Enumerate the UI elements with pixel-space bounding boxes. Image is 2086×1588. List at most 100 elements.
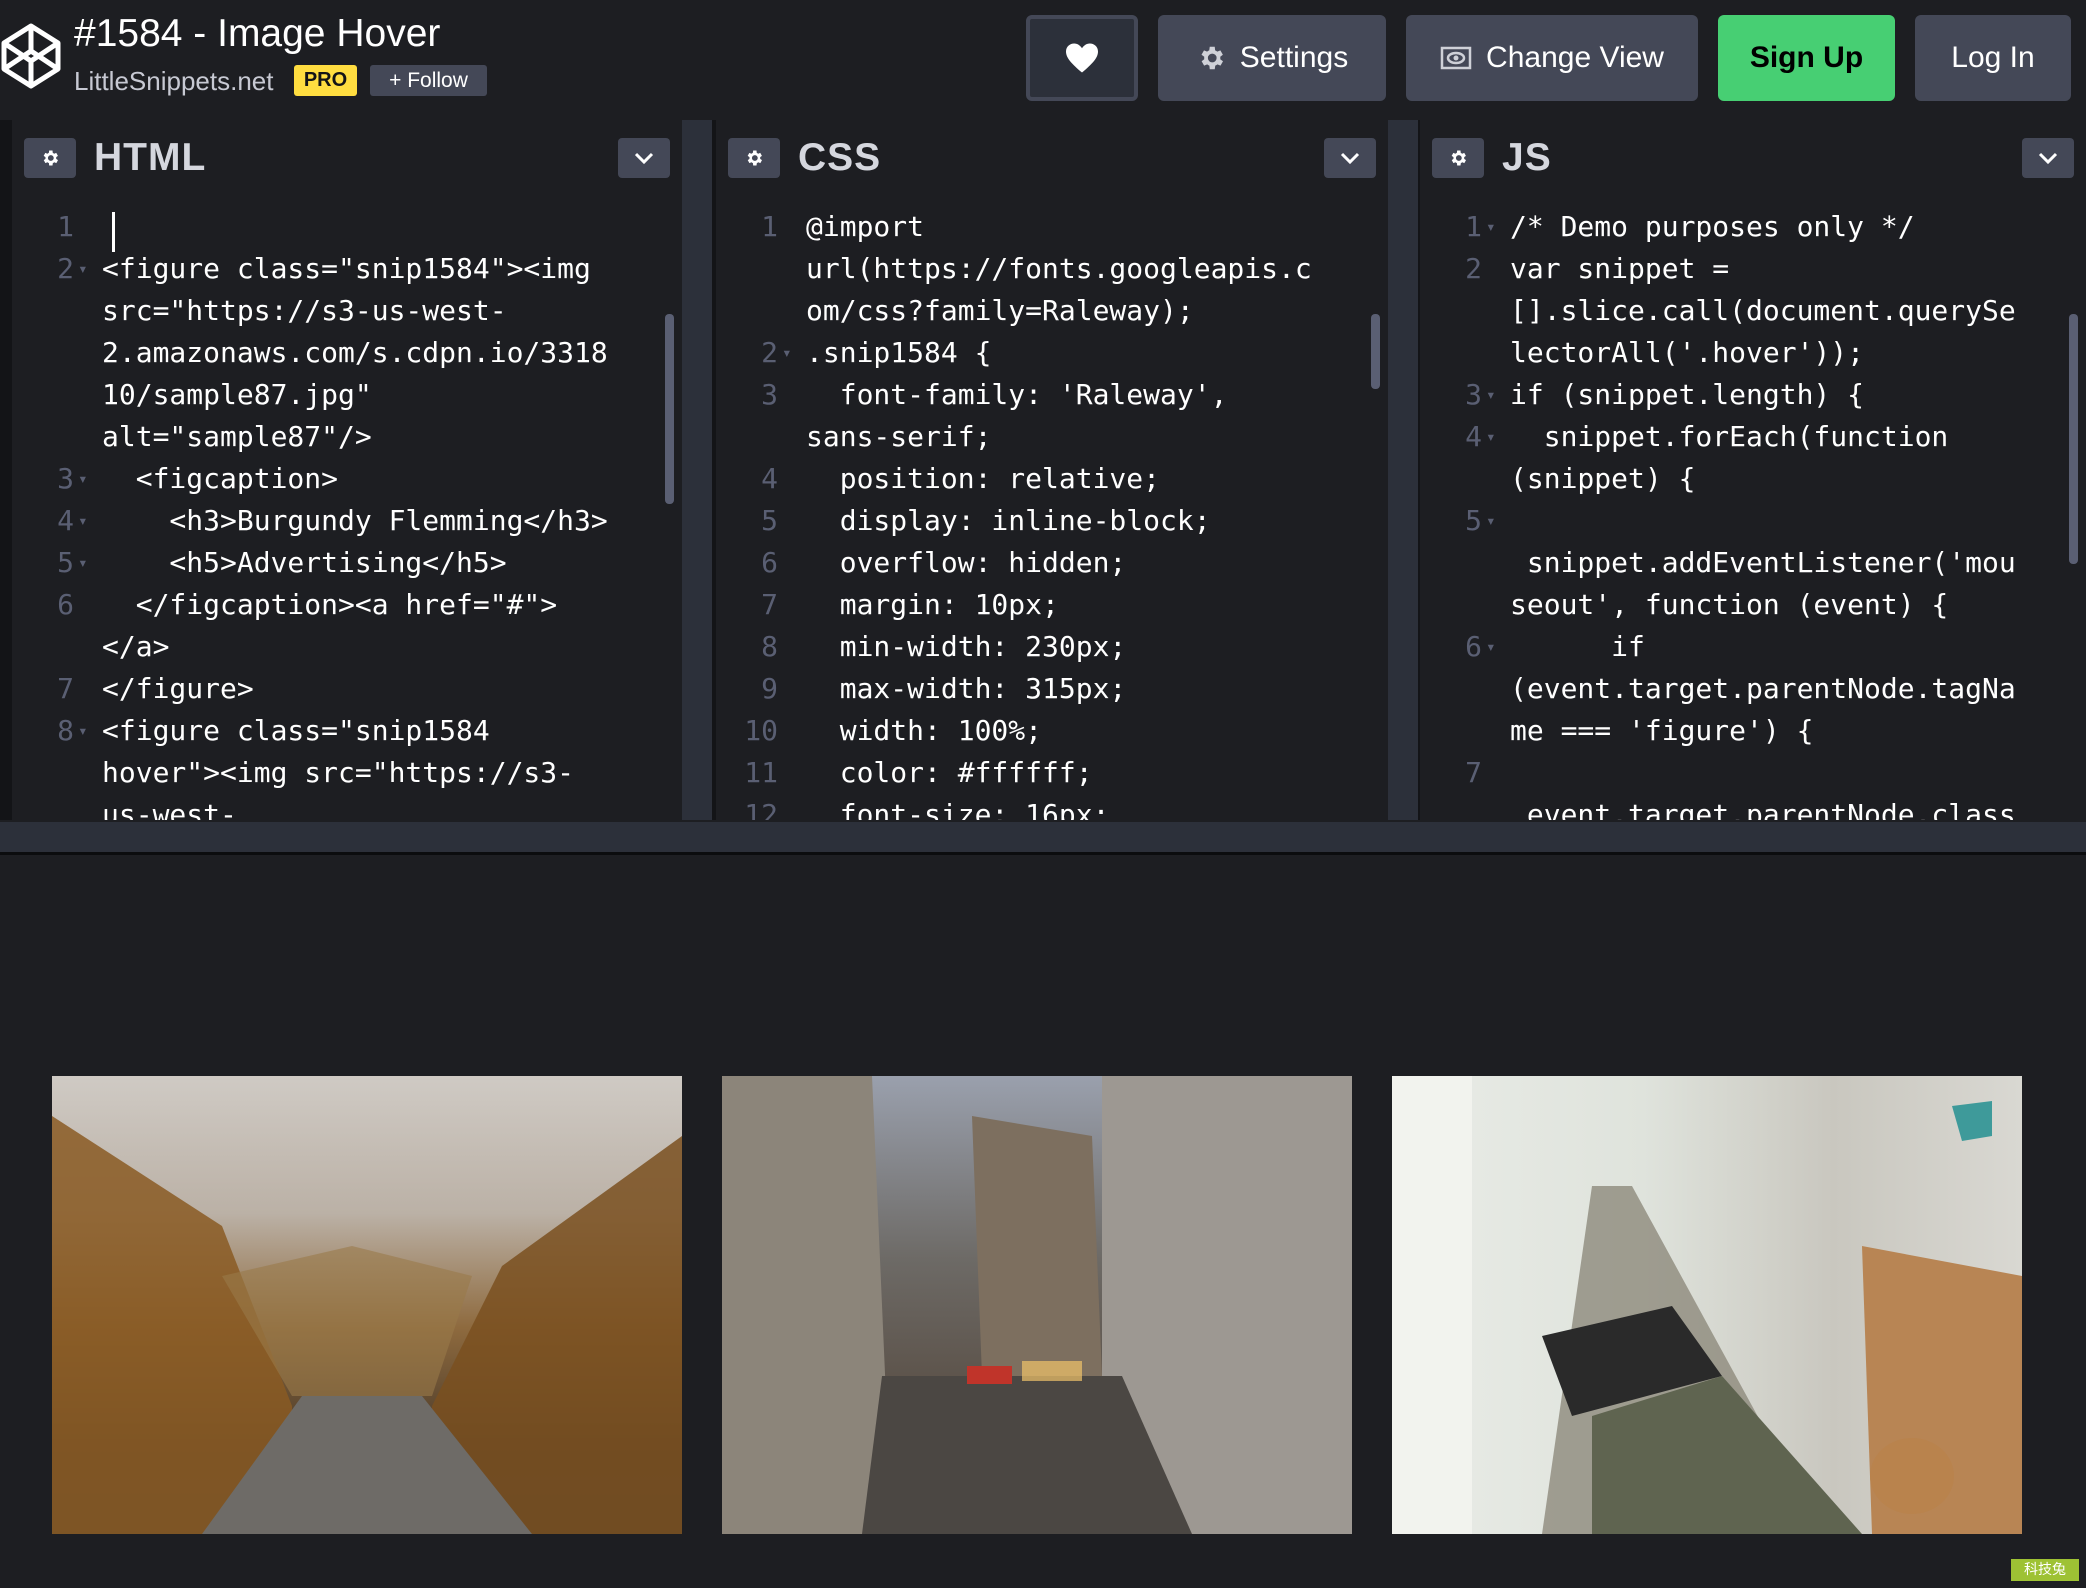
editor-resize-handle[interactable] bbox=[0, 822, 2086, 855]
css-editor-pane: CSS 1 @import url(https://fonts.googleapis… bbox=[716, 120, 1388, 820]
code-line[interactable]: </a> bbox=[12, 626, 682, 668]
code-text: <h5>Advertising</h5> bbox=[102, 546, 507, 579]
log-in-button[interactable]: Log In bbox=[1915, 15, 2071, 101]
code-line[interactable]: snippet.addEventListener('mou bbox=[1420, 542, 2086, 584]
css-scrollbar[interactable] bbox=[1371, 314, 1380, 389]
css-collapse-button[interactable] bbox=[1324, 138, 1376, 178]
code-line[interactable]: 6 </figcaption><a href="#"> bbox=[12, 584, 682, 626]
code-line[interactable]: 4 ▾ snippet.forEach(function bbox=[1420, 416, 2086, 458]
fold-arrow-icon[interactable]: ▾ bbox=[78, 500, 88, 542]
code-text: width: 100%; bbox=[806, 714, 1043, 747]
code-line[interactable]: (event.target.parentNode.tagNa bbox=[1420, 668, 2086, 710]
code-line[interactable]: 2 var snippet = bbox=[1420, 248, 2086, 290]
js-code-area[interactable]: 1 ▾/* Demo purposes only */2 var snippet =… bbox=[1420, 192, 2086, 820]
code-text: lectorAll('.hover')); bbox=[1510, 336, 1865, 369]
follow-button[interactable]: + Follow bbox=[370, 65, 487, 96]
js-scrollbar[interactable] bbox=[2069, 314, 2078, 564]
code-line[interactable]: 10 width: 100%; bbox=[716, 710, 1388, 752]
line-number: 8 bbox=[761, 630, 778, 663]
code-text: </figcaption><a href="#"> bbox=[102, 588, 558, 621]
fold-arrow-icon[interactable]: ▾ bbox=[1486, 416, 1496, 458]
result-preview: 科技兔 bbox=[0, 855, 2086, 1588]
preview-image-autumn-road[interactable] bbox=[52, 1076, 682, 1534]
code-line[interactable]: 10/sample87.jpg" bbox=[12, 374, 682, 416]
fold-arrow-icon[interactable]: ▾ bbox=[1486, 374, 1496, 416]
code-line[interactable]: 6 overflow: hidden; bbox=[716, 542, 1388, 584]
code-line[interactable]: 2 ▾ <figure class="snip1584"><img bbox=[12, 248, 682, 290]
js-collapse-button[interactable] bbox=[2022, 138, 2074, 178]
code-line[interactable]: 1 ▾ /* Demo purposes only */ bbox=[1420, 206, 2086, 248]
code-line[interactable]: seout', function (event) { bbox=[1420, 584, 2086, 626]
code-line[interactable]: src="https://s3-us-west- bbox=[12, 290, 682, 332]
code-line[interactable]: lectorAll('.hover')); bbox=[1420, 332, 2086, 374]
code-line[interactable]: 7 margin: 10px; bbox=[716, 584, 1388, 626]
fold-arrow-icon[interactable]: ▾ bbox=[782, 332, 792, 374]
pane-divider[interactable] bbox=[1388, 120, 1418, 820]
code-line[interactable]: 2.amazonaws.com/s.cdpn.io/3318 bbox=[12, 332, 682, 374]
code-line[interactable]: alt="sample87"/> bbox=[12, 416, 682, 458]
css-code-area[interactable]: 1 @import url(https://fonts.googleapis.c om… bbox=[716, 192, 1388, 820]
code-line[interactable]: 2 ▾ .snip1584 { bbox=[716, 332, 1388, 374]
code-line[interactable]: url(https://fonts.googleapis.c bbox=[716, 248, 1388, 290]
change-view-button[interactable]: Change View bbox=[1406, 15, 1698, 101]
pane-divider[interactable] bbox=[682, 120, 712, 820]
code-line[interactable]: hover"><img src="https://s3- bbox=[12, 752, 682, 794]
code-line[interactable]: 8 min-width: 230px; bbox=[716, 626, 1388, 668]
line-number: 4 bbox=[761, 462, 778, 495]
code-text: margin: 10px; bbox=[806, 588, 1059, 621]
code-line[interactable]: 7 </figure> bbox=[12, 668, 682, 710]
code-line[interactable]: 8 ▾ <figure class="snip1584 bbox=[12, 710, 682, 752]
code-line[interactable]: me === 'figure') { bbox=[1420, 710, 2086, 752]
code-line[interactable]: 4 ▾ <h3>Burgundy Flemming</h3> bbox=[12, 500, 682, 542]
codepen-logo-icon[interactable] bbox=[0, 21, 62, 91]
css-settings-button[interactable] bbox=[728, 138, 780, 178]
code-line[interactable]: sans-serif; bbox=[716, 416, 1388, 458]
fold-arrow-icon[interactable]: ▾ bbox=[1486, 500, 1496, 542]
code-line[interactable]: 5 display: inline-block; bbox=[716, 500, 1388, 542]
code-line[interactable]: us-west- bbox=[12, 794, 682, 820]
line-number: 11 bbox=[744, 756, 778, 789]
code-line[interactable]: 11 color: #ffffff; bbox=[716, 752, 1388, 794]
code-line[interactable]: event.target.parentNode.class bbox=[1420, 794, 2086, 820]
code-text: alt="sample87"/> bbox=[102, 420, 372, 453]
sign-up-button[interactable]: Sign Up bbox=[1718, 15, 1895, 101]
code-line[interactable]: 3 ▾ if (snippet.length) { bbox=[1420, 374, 2086, 416]
code-line[interactable]: om/css?family=Raleway); bbox=[716, 290, 1388, 332]
code-line[interactable]: 3 ▾ <figcaption> bbox=[12, 458, 682, 500]
code-line[interactable]: 5 ▾ <h5>Advertising</h5> bbox=[12, 542, 682, 584]
html-collapse-button[interactable] bbox=[618, 138, 670, 178]
code-line[interactable]: 6 ▾ if bbox=[1420, 626, 2086, 668]
line-number: 10 bbox=[744, 714, 778, 747]
line-number: 7 bbox=[57, 672, 74, 705]
html-scrollbar[interactable] bbox=[665, 314, 674, 504]
fold-arrow-icon[interactable]: ▾ bbox=[78, 248, 88, 290]
fold-arrow-icon[interactable]: ▾ bbox=[78, 458, 88, 500]
code-text: sans-serif; bbox=[806, 420, 992, 453]
code-line[interactable]: 9 max-width: 315px; bbox=[716, 668, 1388, 710]
css-editor-header: CSS bbox=[716, 120, 1388, 192]
code-line[interactable]: 1 @import bbox=[716, 206, 1388, 248]
code-line[interactable]: [].slice.call(document.querySe bbox=[1420, 290, 2086, 332]
code-line[interactable]: (snippet) { bbox=[1420, 458, 2086, 500]
preview-image-paris-street[interactable] bbox=[722, 1076, 1352, 1534]
like-button[interactable] bbox=[1026, 15, 1138, 101]
code-line[interactable]: 5 ▾ bbox=[1420, 500, 2086, 542]
code-line[interactable]: 3 font-family: 'Raleway', bbox=[716, 374, 1388, 416]
preview-image-hammock[interactable] bbox=[1392, 1076, 2022, 1534]
html-code-area[interactable]: 1 2 ▾ <figure class="snip1584"><img src="htt… bbox=[12, 192, 682, 820]
js-code: 1 ▾/* Demo purposes only */2 var snippet =… bbox=[1420, 206, 2086, 820]
code-line[interactable]: 4 position: relative; bbox=[716, 458, 1388, 500]
code-text: .snip1584 { bbox=[806, 336, 992, 369]
fold-arrow-icon[interactable]: ▾ bbox=[78, 542, 88, 584]
fold-arrow-icon[interactable]: ▾ bbox=[1486, 626, 1496, 668]
settings-button[interactable]: Settings bbox=[1158, 15, 1386, 101]
html-settings-button[interactable] bbox=[24, 138, 76, 178]
fold-arrow-icon[interactable]: ▾ bbox=[1486, 206, 1496, 248]
code-text: font-size: 16px; bbox=[806, 798, 1110, 820]
code-line[interactable]: 12 font-size: 16px; bbox=[716, 794, 1388, 820]
js-settings-button[interactable] bbox=[1432, 138, 1484, 178]
author-link[interactable]: LittleSnippets.net bbox=[74, 66, 273, 97]
code-text: if (snippet.length) { bbox=[1510, 378, 1865, 411]
fold-arrow-icon[interactable]: ▾ bbox=[78, 710, 88, 752]
code-line[interactable]: 7 bbox=[1420, 752, 2086, 794]
